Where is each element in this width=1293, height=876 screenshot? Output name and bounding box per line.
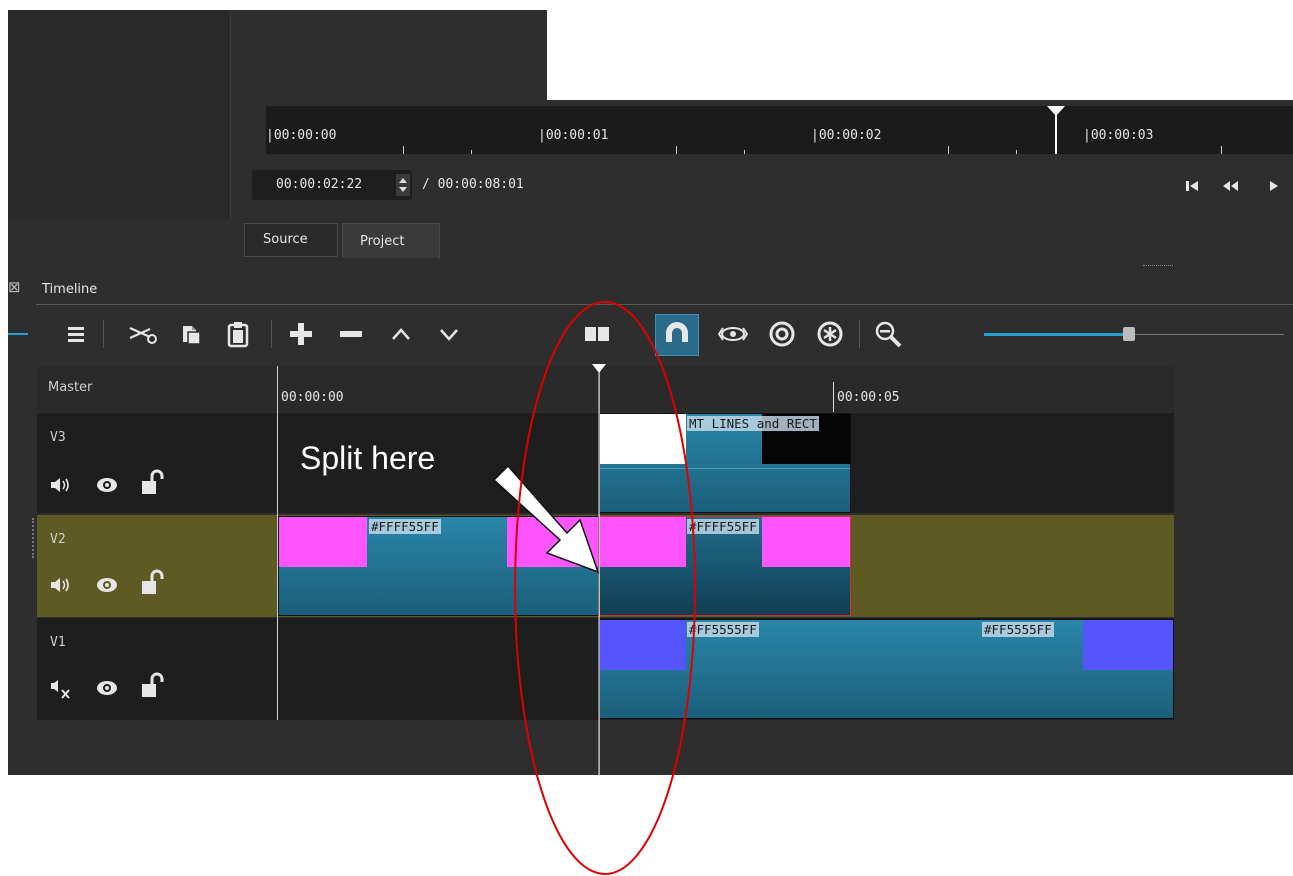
ruler-minor-tick [676, 146, 677, 154]
left-panel [8, 10, 231, 220]
visible-eye-icon[interactable] [94, 575, 120, 595]
zoom-slider[interactable] [984, 325, 1284, 343]
cut-icon[interactable] [128, 322, 158, 346]
scrub-icon[interactable] [718, 322, 748, 346]
rewind-icon[interactable] [1221, 179, 1239, 193]
tab-source[interactable]: Source [244, 223, 338, 257]
audio-on-icon[interactable] [49, 475, 75, 495]
timecode-value: 00:00:02:22 [276, 177, 363, 192]
copy-icon[interactable] [180, 322, 202, 346]
annotation-ellipse [514, 301, 696, 875]
tab-source-label: Source [263, 232, 308, 247]
ruler-minor-tick [1221, 146, 1222, 154]
clip-thumbnail [279, 517, 367, 567]
timeline-ruler[interactable]: 00:00:00 00:00:05 [277, 366, 1174, 412]
ruler-tick-label: |00:00:01 [538, 128, 609, 143]
track-name: V2 [50, 532, 66, 547]
zoom-slider-fill [984, 333, 1124, 336]
ruler-tick-label: |00:00:02 [811, 128, 882, 143]
track-name: V1 [50, 635, 66, 650]
upper-panel [231, 10, 547, 105]
preview-area [547, 10, 1293, 100]
clip-thumbnail [762, 517, 850, 567]
audio-muted-icon[interactable] [49, 678, 75, 700]
unlock-icon[interactable] [140, 569, 166, 597]
tab-project[interactable]: Project [342, 223, 440, 258]
toolbar-separator [859, 320, 860, 348]
player-ruler[interactable]: |00:00:00 |00:00:01 |00:00:02 |00:00:03 [266, 106, 1293, 154]
track-name: Master [48, 380, 93, 395]
tab-project-label: Project [360, 234, 405, 249]
spinner-arrows-icon [399, 178, 407, 192]
player-playhead[interactable] [1045, 106, 1067, 154]
duration-label: / 00:00:08:01 [422, 177, 524, 192]
visible-eye-icon[interactable] [94, 475, 120, 495]
play-icon[interactable] [1267, 179, 1281, 193]
paste-icon[interactable] [226, 320, 250, 348]
skip-to-start-icon[interactable] [1185, 179, 1199, 193]
toolbar-separator [103, 320, 104, 348]
ripple-icon[interactable] [768, 320, 796, 348]
annotation-label: Split here [300, 440, 436, 476]
ruler-minor-tick [1016, 150, 1017, 154]
timecode-spinner[interactable] [396, 174, 410, 196]
clip-label: #FF5555FF [982, 622, 1054, 637]
close-dock-icon[interactable]: ⊠ [8, 278, 21, 296]
ruler-minor-tick [403, 146, 404, 154]
ruler-tick [833, 382, 834, 412]
track-header-v3[interactable]: V3 [37, 413, 277, 513]
clip-label: MT LINES and RECT [687, 416, 819, 431]
toolbar-edge-indicator [8, 333, 28, 335]
track-drag-handle[interactable] [32, 518, 36, 558]
toolbar-separator [271, 320, 272, 348]
clip-label: #FFFF55FF [369, 519, 441, 534]
ruler-minor-tick [744, 150, 745, 154]
zoom-slider-handle[interactable] [1123, 327, 1135, 341]
visible-eye-icon[interactable] [94, 678, 120, 698]
append-icon[interactable] [288, 321, 314, 347]
ruler-tick-label: |00:00:00 [266, 128, 337, 143]
ruler-tick-label: |00:00:03 [1083, 128, 1154, 143]
track-name: V3 [50, 430, 66, 445]
remove-icon[interactable] [338, 321, 364, 347]
lift-icon[interactable] [388, 321, 414, 347]
unlock-icon[interactable] [140, 469, 166, 497]
ruler-tick-label: 00:00:00 [281, 390, 344, 405]
clip-thumbnail [1083, 620, 1173, 670]
transport-controls [1175, 176, 1293, 196]
ripple-all-icon[interactable] [816, 320, 844, 348]
overwrite-icon[interactable] [436, 321, 462, 347]
audio-on-icon[interactable] [49, 575, 75, 595]
zoom-out-icon[interactable] [874, 320, 904, 350]
ruler-minor-tick [948, 146, 949, 154]
dock-title: Timeline [42, 282, 98, 297]
splitter-handle[interactable] [1143, 265, 1173, 269]
track-header-v1[interactable]: V1 [37, 618, 277, 720]
ruler-minor-tick [471, 150, 472, 154]
timecode-field[interactable]: 00:00:02:22 [252, 170, 412, 200]
track-header-master[interactable]: Master [37, 366, 277, 412]
zoom-slider-track [1124, 334, 1284, 335]
menu-icon[interactable] [66, 324, 86, 344]
unlock-icon[interactable] [140, 672, 166, 700]
track-header-v2[interactable]: V2 [37, 515, 277, 617]
ruler-tick-label: 00:00:05 [837, 390, 900, 405]
